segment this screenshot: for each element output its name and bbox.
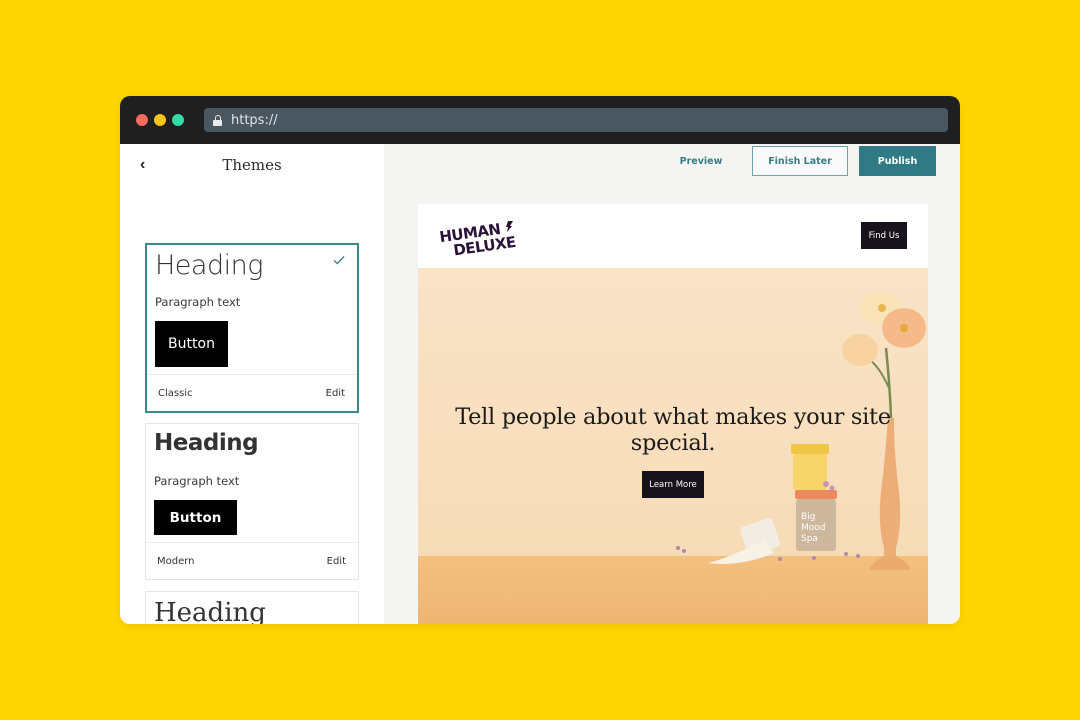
theme-heading-sample: Heading <box>155 250 263 281</box>
site-preview-area: Preview Finish Later Publish HUMAN DELUX… <box>384 144 960 624</box>
theme-card-modern[interactable]: Heading Paragraph text Button Modern Edi… <box>145 423 359 580</box>
theme-paragraph-sample: Paragraph text <box>155 295 241 309</box>
theme-card-footer: Modern Edit <box>146 542 358 579</box>
theme-card-footer: Classic Edit <box>147 374 357 411</box>
edit-theme-link[interactable]: Edit <box>327 556 346 567</box>
theme-name: Classic <box>158 387 193 399</box>
url-text: https:// <box>231 112 278 128</box>
publish-button[interactable]: Publish <box>859 146 936 176</box>
hero-section: Big Mood Spa Tell people about what make… <box>418 268 928 624</box>
svg-text:Big: Big <box>801 512 815 522</box>
hero-title: Tell people about what makes your site s… <box>455 404 891 456</box>
theme-button-sample: Button <box>154 500 237 535</box>
browser-titlebar: https:// <box>120 96 960 144</box>
address-bar[interactable]: https:// <box>204 108 948 132</box>
theme-card-classic[interactable]: Heading Paragraph text Button Classic Ed… <box>145 243 359 413</box>
close-window-button[interactable] <box>136 114 148 126</box>
sidebar-title: Themes <box>222 156 282 174</box>
edit-theme-link[interactable]: Edit <box>326 388 345 399</box>
site-header: HUMAN DELUXE Find Us <box>418 204 928 268</box>
lock-icon <box>213 114 222 126</box>
find-us-button[interactable]: Find Us <box>861 222 907 249</box>
svg-text:Spa: Spa <box>801 534 818 544</box>
minimize-window-button[interactable] <box>154 114 166 126</box>
preview-button[interactable]: Preview <box>674 146 728 176</box>
theme-paragraph-sample: Paragraph text <box>154 474 240 488</box>
maximize-window-button[interactable] <box>172 114 184 126</box>
theme-card-third[interactable]: Heading Paragraph text <box>145 591 359 624</box>
learn-more-button[interactable]: Learn More <box>642 471 704 498</box>
finish-later-button[interactable]: Finish Later <box>752 146 848 176</box>
theme-button-sample: Button <box>155 321 228 367</box>
themes-sidebar: ‹ Themes Heading Paragraph text Button C… <box>120 144 384 624</box>
browser-window: https:// ‹ Themes Heading Paragraph text… <box>120 96 960 624</box>
theme-heading-sample: Heading <box>154 430 259 456</box>
human-deluxe-logo[interactable]: HUMAN DELUXE <box>438 218 518 258</box>
theme-heading-sample: Heading <box>154 598 266 624</box>
checkmark-icon <box>333 255 345 265</box>
svg-text:Mood: Mood <box>801 523 826 533</box>
theme-name: Modern <box>157 555 195 567</box>
website-preview: HUMAN DELUXE Find Us Big Mood Spa Tell p… <box>418 204 928 624</box>
